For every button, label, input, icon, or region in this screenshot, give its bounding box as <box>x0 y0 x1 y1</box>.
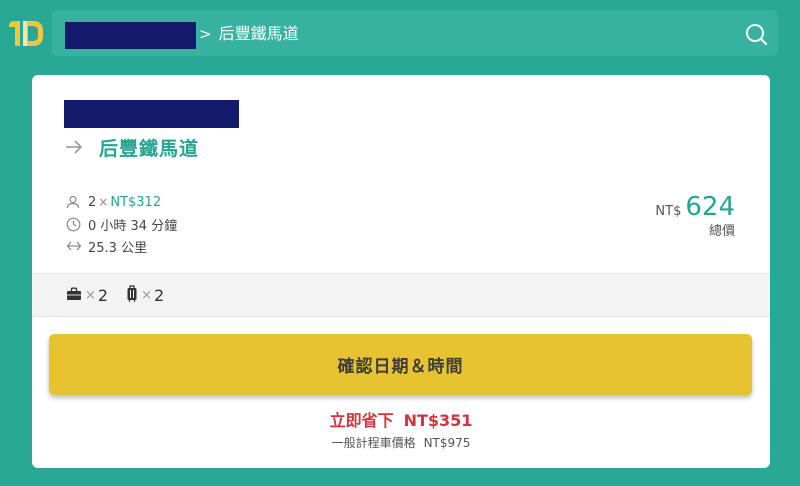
savings-label: 立即省下 <box>329 411 394 430</box>
suitcase-count[interactable]: × 2 <box>126 284 165 306</box>
distance-row: 25.3 公里 <box>66 235 177 257</box>
breadcrumb-separator: > <box>199 25 212 43</box>
total-currency: NT$ <box>655 204 682 219</box>
duration-row: 0 小時 34 分鐘 <box>66 213 177 235</box>
person-icon <box>66 195 88 209</box>
briefcase-count-value: 2 <box>97 285 109 305</box>
taxi-price-line: 一般計程車價格 NT$975 <box>32 434 770 451</box>
redacted-origin <box>65 22 196 49</box>
app-logo[interactable] <box>6 17 46 51</box>
duration-text: 0 小時 34 分鐘 <box>88 218 178 234</box>
savings-amount: NT$351 <box>403 411 473 430</box>
briefcase-count[interactable]: × 2 <box>66 286 108 305</box>
suitcase-count-value: 2 <box>154 285 165 305</box>
suitcase-multiplier: × <box>141 287 152 303</box>
breadcrumb-destination: 后豐鐵馬道 <box>218 24 299 43</box>
search-icon[interactable] <box>744 22 768 46</box>
top-bar: > 后豐鐵馬道 <box>0 0 800 66</box>
trip-card: 后豐鐵馬道 2 × NT$312 0 小時 34 分鐘 25.3 公里 NT$ … <box>32 75 770 468</box>
passenger-row: 2 × NT$312 <box>66 191 177 213</box>
suitcase-icon <box>126 284 138 306</box>
taxi-price-amount: NT$975 <box>423 436 471 450</box>
trip-details: 2 × NT$312 0 小時 34 分鐘 25.3 公里 <box>66 191 177 257</box>
total-label: 總價 <box>708 224 735 239</box>
distance-text: 25.3 公里 <box>88 240 148 256</box>
clock-icon <box>66 217 88 232</box>
passenger-price: NT$312 <box>110 194 162 210</box>
passenger-multiplier: × <box>98 195 109 209</box>
total-price: NT$ 624 總價 <box>655 192 735 239</box>
confirm-datetime-button[interactable]: 確認日期＆時間 <box>49 334 752 395</box>
breadcrumb: > 后豐鐵馬道 <box>199 22 299 46</box>
taxi-price-label: 一般計程車價格 <box>331 436 416 450</box>
passenger-count: 2 <box>88 194 97 210</box>
savings-line: 立即省下 NT$351 <box>32 407 770 431</box>
breadcrumb-bar: > 后豐鐵馬道 <box>52 10 778 56</box>
route-destination: 后豐鐵馬道 <box>65 132 199 162</box>
distance-arrows-icon <box>66 240 88 252</box>
luggage-bar: × 2 × 2 <box>32 273 770 317</box>
briefcase-icon <box>66 286 82 305</box>
arrow-right-icon <box>65 135 99 159</box>
destination-title: 后豐鐵馬道 <box>99 137 200 160</box>
briefcase-multiplier: × <box>85 287 96 303</box>
redacted-origin-title <box>64 100 239 128</box>
total-amount: 624 <box>685 192 735 222</box>
